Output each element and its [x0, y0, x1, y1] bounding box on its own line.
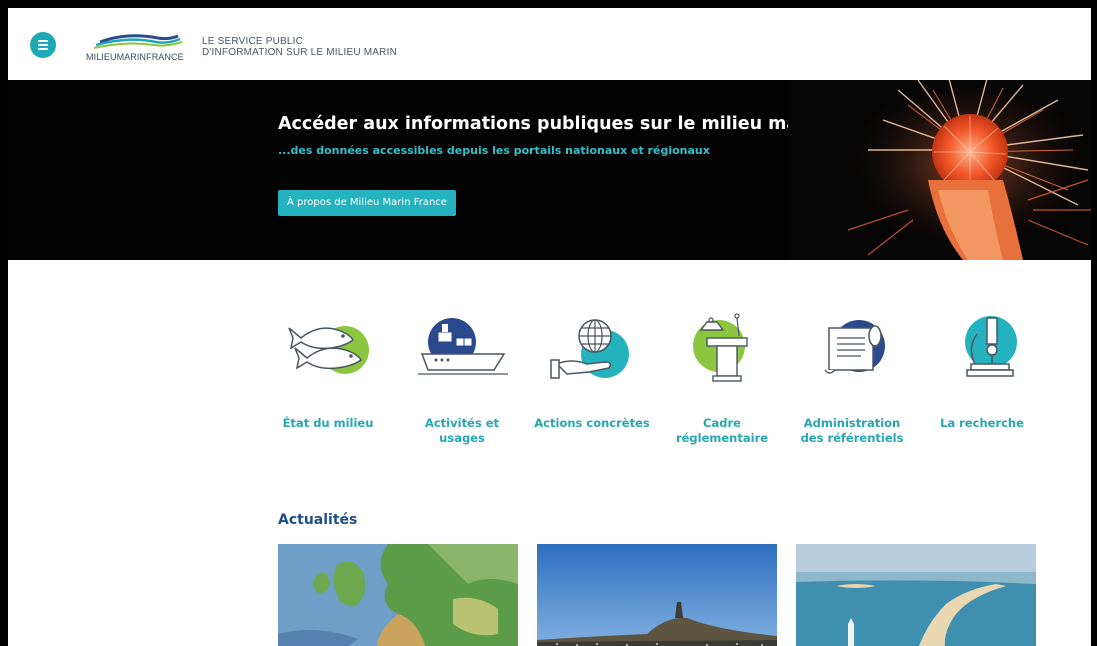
category-activites-usages[interactable]	[402, 308, 522, 388]
category-label-cadre[interactable]: Cadre réglementaire	[662, 416, 782, 446]
news-card-island[interactable]	[537, 544, 777, 646]
microscope-icon	[965, 316, 1017, 377]
lectern-icon	[693, 313, 748, 382]
globe-in-hand-icon	[550, 319, 629, 379]
hamburger-menu-icon[interactable]	[30, 32, 56, 58]
hero-title: Accéder aux informations publiques sur l…	[278, 114, 826, 134]
about-button[interactable]: À propos de Milieu Marin France	[278, 190, 456, 216]
hero-banner: Accéder aux informations publiques sur l…	[8, 80, 1091, 260]
cargo-ship-icon	[418, 318, 508, 375]
logo-text: MILIEUMARINFRANCE	[86, 52, 184, 62]
category-etat-du-milieu[interactable]	[268, 308, 388, 388]
category-cadre-reglementaire[interactable]	[662, 308, 782, 388]
page-frame: MILIEUMARINFRANCE LE SERVICE PUBLIC D'IN…	[8, 8, 1091, 646]
news-card-coast[interactable]	[796, 544, 1036, 646]
category-label-administration[interactable]: Administration des référentiels	[792, 416, 912, 446]
logo-waves-icon	[93, 34, 183, 49]
category-label-recherche[interactable]: La recherche	[922, 416, 1042, 431]
europe-map-image	[278, 544, 518, 646]
category-label-etat[interactable]: État du milieu	[268, 416, 388, 431]
category-actions-concretes[interactable]	[532, 308, 652, 388]
category-la-recherche[interactable]	[922, 308, 1042, 388]
category-administration-referentiels[interactable]	[792, 308, 912, 388]
category-label-activites[interactable]: Activités et usages	[402, 416, 522, 446]
news-card-map[interactable]	[278, 544, 518, 646]
fan-worm-image	[788, 80, 1091, 260]
category-label-actions[interactable]: Actions concrètes	[532, 416, 652, 431]
island-photo-image	[537, 544, 777, 646]
fish-icon	[288, 326, 369, 374]
site-logo[interactable]: MILIEUMARINFRANCE	[86, 30, 186, 64]
news-section-title: Actualités	[278, 512, 358, 528]
hero-subtitle: ...des données accessibles depuis les po…	[278, 144, 710, 157]
scroll-document-icon	[824, 320, 885, 374]
coastline-photo-image	[796, 544, 1036, 646]
site-tagline: LE SERVICE PUBLIC D'INFORMATION SUR LE M…	[202, 36, 397, 58]
site-header: MILIEUMARINFRANCE LE SERVICE PUBLIC D'IN…	[8, 8, 1091, 80]
tagline-line-1: LE SERVICE PUBLIC	[202, 36, 304, 47]
tagline-line-2: D'INFORMATION SUR LE MILIEU MARIN	[202, 47, 398, 58]
